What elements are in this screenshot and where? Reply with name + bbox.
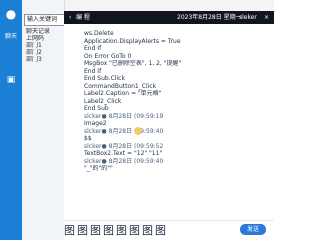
bottom-bar: 图图图图图图图图 发送: [64, 220, 274, 241]
message-input[interactable]: 图图图图图图图图: [64, 224, 188, 237]
message-meta: slcker● 8月28日 (09:59:40: [84, 127, 164, 135]
cursor-dot: [134, 127, 142, 135]
code-line: CommandButton1_Click: [84, 82, 157, 90]
code-line: MsgBox "已删除空表", 1, 2, "提醒": [84, 60, 182, 67]
list-item[interactable]: 上网码: [26, 35, 62, 42]
code-line: End If: [84, 67, 102, 75]
list-item[interactable]: 部门3: [26, 56, 62, 63]
user-label: sleker: [239, 14, 257, 21]
code-line: End Sub.Click: [84, 75, 125, 82]
code-line: Application.DisplayAlerts = True: [84, 37, 181, 45]
date-label: 2023年8月28日 星期一: [177, 14, 242, 21]
code-line: End Sub: [84, 105, 109, 112]
code-line: Label2_Click: [84, 97, 122, 105]
code-line: "_"的"的"": [84, 165, 113, 172]
list-item[interactable]: 部门1: [26, 42, 62, 49]
app-window: ● 聊天 ▣ 输入关键词 聊天记录 上网码 部门1 部门2 部门3 ‹ 编 程 …: [0, 0, 274, 241]
topbar: ‹ 编 程 2023年8月28日 星期一 sleker ×: [64, 11, 274, 24]
person-icon[interactable]: ●: [4, 7, 18, 21]
close-icon[interactable]: ×: [264, 11, 269, 24]
code-line: ws.Delete: [84, 30, 114, 37]
car-icon[interactable]: ▣: [4, 73, 18, 87]
message-meta: slcker● 8月28日 (09:59:19: [84, 112, 164, 120]
list-item[interactable]: 部门2: [26, 49, 62, 56]
send-button[interactable]: 发送: [240, 224, 266, 235]
code-line: Label2.Caption = "单元格": [84, 90, 162, 97]
message-meta: slcker● 8月28日 (09:59:40: [84, 157, 164, 165]
code-line: On Error GoTo 0: [84, 52, 132, 60]
search-input[interactable]: 输入关键词: [24, 14, 65, 26]
message-meta: slcker● 8月28日 (09:59:52: [84, 142, 164, 150]
code-line: End If: [84, 45, 102, 52]
left-list: 聊天记录 上网码 部门1 部门2 部门3: [26, 28, 62, 63]
code-lines: ws.Delete Application.DisplayAlerts = Tr…: [84, 30, 270, 173]
list-item[interactable]: 聊天记录: [26, 28, 62, 35]
arrow-left-icon[interactable]: ‹: [69, 11, 75, 24]
code-line: $$: [84, 135, 92, 142]
left-rail: ● 聊天 ▣: [0, 0, 22, 240]
chat-content: ws.Delete Application.DisplayAlerts = Tr…: [64, 24, 274, 220]
code-line: TextBox2.Text = "12" "11": [84, 150, 163, 157]
code-line: Image2: [84, 120, 107, 127]
mode-label: 编 程: [76, 14, 90, 21]
rail-label: 聊天: [4, 33, 17, 40]
